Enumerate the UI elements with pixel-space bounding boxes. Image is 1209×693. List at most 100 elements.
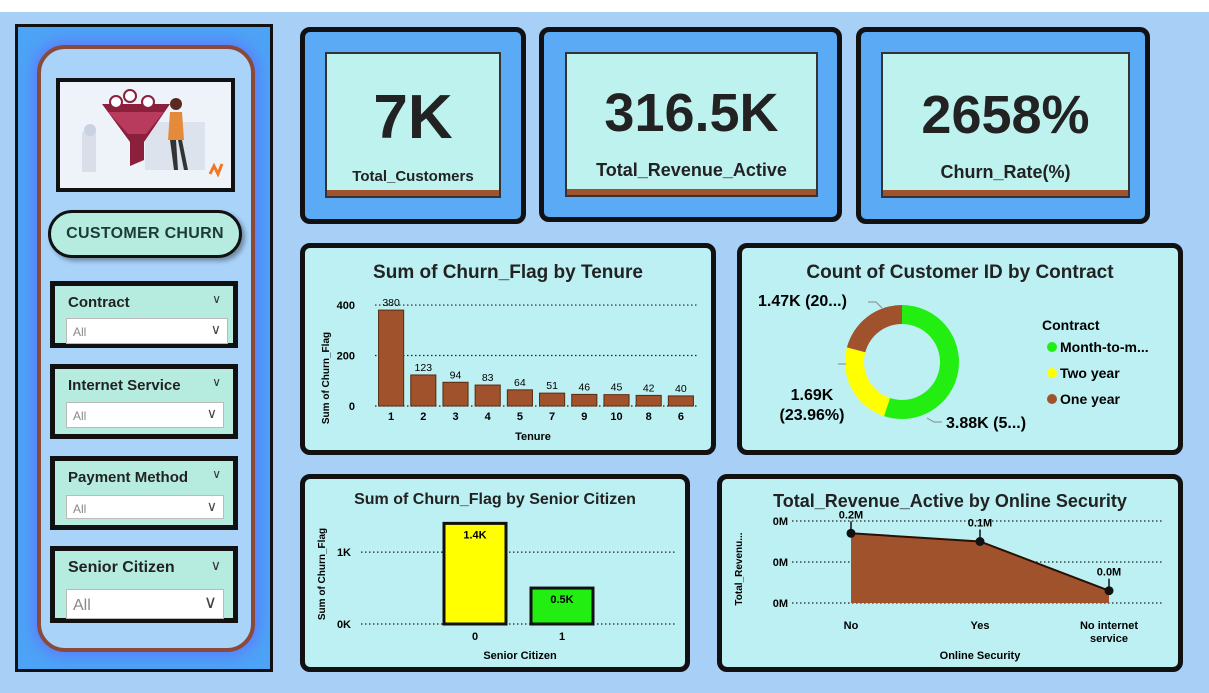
legend-entry: Month-to-m... bbox=[1060, 339, 1149, 355]
contract-select[interactable]: All ∨ bbox=[66, 318, 228, 344]
x-tick-label: 1 bbox=[559, 631, 565, 643]
y-axis-label: Sum of Churn_Flag bbox=[317, 528, 328, 620]
data-label: 51 bbox=[546, 380, 558, 392]
x-tick-label: 8 bbox=[646, 411, 652, 423]
filter-internet-service[interactable]: Internet Service ∨ All ∨ bbox=[50, 364, 238, 439]
x-tick-label: No internet service bbox=[1080, 620, 1138, 645]
kpi-panel: 7K Total_Customers bbox=[325, 52, 501, 198]
kpi-panel: 316.5K Total_Revenue_Active bbox=[565, 52, 818, 197]
data-label: 0.5K bbox=[550, 594, 573, 606]
funnel-illustration-icon bbox=[60, 82, 231, 188]
bar bbox=[378, 309, 405, 407]
y-tick-label: 200 bbox=[337, 351, 355, 363]
chevron-down-icon: ∨ bbox=[206, 498, 217, 514]
data-label: 64 bbox=[514, 377, 526, 389]
select-value: All bbox=[73, 502, 87, 516]
x-tick-label: 7 bbox=[549, 411, 555, 423]
filter-senior-citizen[interactable]: Senior Citizen ∨ All ∨ bbox=[50, 546, 238, 623]
y-axis-label: Sum of Churn_Flag bbox=[321, 332, 332, 424]
x-tick-label: Yes bbox=[971, 620, 990, 632]
tick-label-line: service bbox=[1090, 633, 1128, 645]
tick-label-line: No internet bbox=[1080, 620, 1138, 632]
chevron-down-icon: ∨ bbox=[210, 321, 221, 337]
data-label: 42 bbox=[643, 382, 655, 394]
data-label: 380 bbox=[382, 297, 400, 309]
data-label: 1.47K (20...) bbox=[758, 293, 847, 310]
bar bbox=[506, 389, 533, 407]
filter-label: Internet Service bbox=[68, 377, 181, 394]
chevron-down-icon[interactable]: ∨ bbox=[212, 292, 221, 306]
contract-donut-chart: Contract 3.88K (5...) 1.69K (23.96%) 1.47K … bbox=[758, 293, 1149, 432]
tenure-bar-chart: Sum of Churn_Flag Tenure 0 200 400 380 1 123 2… bbox=[321, 297, 697, 443]
bar bbox=[539, 392, 566, 407]
y-tick-label: 0 bbox=[349, 401, 355, 413]
select-value: All bbox=[73, 409, 87, 423]
data-label-line: 1.69K bbox=[791, 387, 834, 404]
data-label: 94 bbox=[450, 369, 462, 381]
kpi-label: Total_Revenue_Active bbox=[596, 160, 787, 180]
x-axis-label: Senior Citizen bbox=[483, 650, 557, 662]
chevron-down-icon[interactable]: ∨ bbox=[212, 375, 221, 389]
filter-payment-method[interactable]: Payment Method ∨ All ∨ bbox=[50, 456, 238, 530]
x-tick-label: 9 bbox=[581, 411, 587, 423]
data-label: 1.69K (23.96%) bbox=[780, 387, 845, 424]
data-label: 123 bbox=[415, 362, 433, 374]
kpi-card-total-customers: 7K Total_Customers bbox=[300, 27, 526, 224]
data-label: 0.0M bbox=[1097, 567, 1121, 579]
online-security-area-chart: Total_Revenu... Online Security 0M 0M 0M 0.… bbox=[734, 509, 1162, 662]
bar bbox=[474, 384, 501, 407]
bar bbox=[603, 394, 630, 407]
kpi-label: Total_Customers bbox=[352, 168, 474, 185]
senior-citizen-bar-chart: Sum of Churn_Flag Senior Citizen 0K 1K 1.4… bbox=[317, 521, 677, 662]
filter-label: Payment Method bbox=[68, 469, 189, 486]
kpi-underline bbox=[883, 190, 1128, 196]
kpi-card-churn-rate: 2658% Churn_Rate(%) bbox=[856, 27, 1150, 224]
legend-entry: Two year bbox=[1060, 365, 1120, 381]
x-axis-label: Tenure bbox=[515, 431, 551, 443]
legend-marker bbox=[1047, 394, 1057, 404]
y-tick-label: 400 bbox=[337, 300, 355, 312]
x-tick-label: 10 bbox=[610, 411, 622, 423]
data-label: 40 bbox=[675, 383, 687, 395]
dashboard-title: CUSTOMER CHURN bbox=[48, 210, 242, 258]
data-label: 83 bbox=[482, 372, 494, 384]
chart-churn-by-senior-citizen[interactable]: Sum of Churn_Flag by Senior Citizen Sum … bbox=[300, 474, 690, 672]
kpi-underline bbox=[567, 189, 816, 195]
kpi-value: 7K bbox=[373, 83, 453, 152]
y-tick-label: 0M bbox=[773, 557, 788, 569]
y-tick-label: 1K bbox=[337, 547, 351, 559]
chevron-down-icon[interactable]: ∨ bbox=[212, 467, 221, 481]
internet-service-select[interactable]: All ∨ bbox=[66, 402, 224, 428]
legend-marker bbox=[1047, 342, 1057, 352]
chevron-down-icon[interactable]: ∨ bbox=[211, 557, 221, 574]
filter-label: Contract bbox=[68, 294, 130, 311]
data-label: 0.1M bbox=[968, 518, 992, 530]
bar bbox=[571, 393, 598, 407]
bar bbox=[635, 394, 662, 407]
churn-illustration bbox=[56, 78, 235, 192]
x-tick-label: 2 bbox=[420, 411, 426, 423]
kpi-panel: 2658% Churn_Rate(%) bbox=[881, 52, 1130, 198]
donut-slice bbox=[846, 305, 902, 353]
senior-citizen-select[interactable]: All ∨ bbox=[66, 589, 224, 619]
data-label: 0.2M bbox=[839, 509, 863, 521]
data-label: 3.88K (5...) bbox=[946, 415, 1026, 432]
kpi-underline bbox=[327, 190, 499, 196]
leader-line bbox=[926, 417, 942, 423]
filter-contract[interactable]: Contract ∨ All ∨ bbox=[50, 281, 238, 348]
leader-line bbox=[868, 301, 883, 309]
select-value: All bbox=[73, 597, 91, 614]
y-tick-label: 0M bbox=[773, 516, 788, 528]
kpi-value: 2658% bbox=[921, 85, 1090, 145]
x-tick-label: 4 bbox=[485, 411, 492, 423]
chart-churn-by-tenure[interactable]: Sum of Churn_Flag by Tenure Sum of Churn… bbox=[300, 243, 716, 455]
kpi-label: Churn_Rate(%) bbox=[940, 162, 1071, 182]
payment-method-select[interactable]: All ∨ bbox=[66, 495, 224, 519]
bar bbox=[410, 374, 437, 407]
bar bbox=[442, 381, 469, 407]
chart-revenue-by-online-security[interactable]: Total_Revenue_Active by Online Security … bbox=[717, 474, 1183, 672]
y-axis-label: Total_Revenu... bbox=[734, 532, 745, 605]
legend-entry: One year bbox=[1060, 391, 1120, 407]
chart-customers-by-contract[interactable]: Count of Customer ID by Contract Contrac… bbox=[737, 243, 1183, 455]
y-tick-label: 0K bbox=[337, 619, 351, 631]
